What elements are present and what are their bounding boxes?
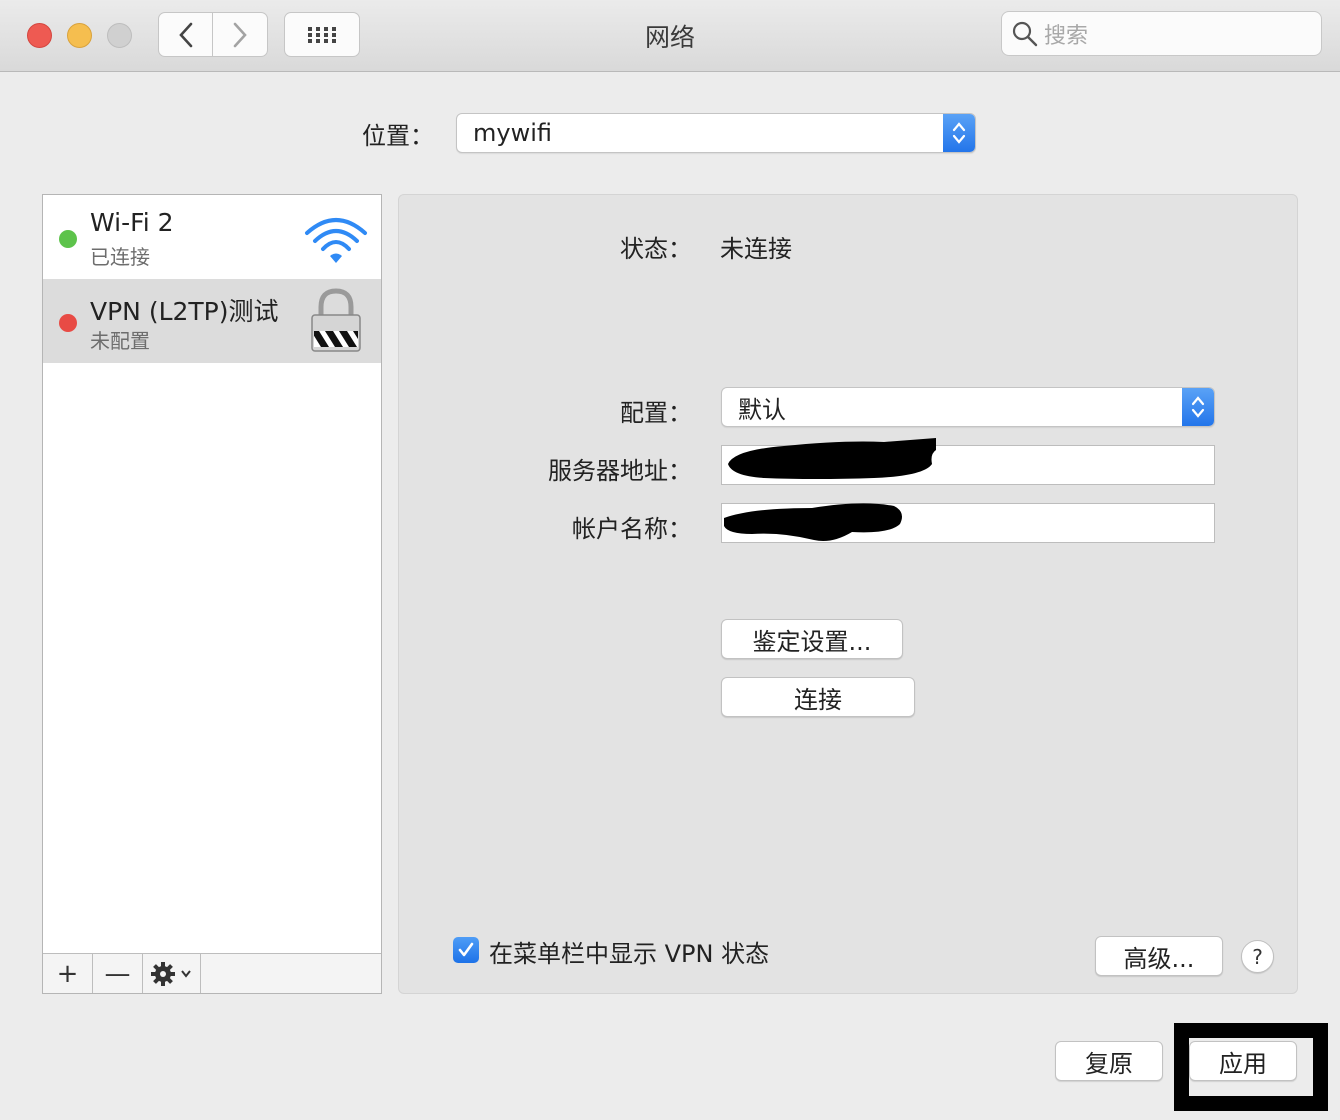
redaction-mark	[724, 503, 902, 541]
config-label: 配置：	[620, 399, 692, 427]
config-popup[interactable]: 默认	[721, 387, 1215, 427]
service-list: Wi-Fi 2 已连接 VPN (L2TP)测试 未配置 + —	[42, 194, 382, 994]
advanced-button[interactable]: 高级...	[1095, 936, 1223, 976]
service-name: VPN (L2TP)测试	[90, 297, 279, 326]
server-address-label: 服务器地址：	[548, 457, 692, 485]
add-service-button[interactable]: +	[43, 954, 93, 993]
location-value: mywifi	[473, 119, 552, 147]
status-label: 状态：	[620, 235, 692, 263]
vpn-lock-icon	[311, 288, 361, 352]
popup-arrows-icon	[943, 114, 975, 152]
search-placeholder: 搜索	[1044, 23, 1089, 49]
auth-settings-button[interactable]: 鉴定设置...	[721, 619, 903, 659]
service-name: Wi-Fi 2	[90, 208, 174, 237]
service-status: 未配置	[90, 329, 150, 353]
status-dot	[59, 230, 77, 248]
service-status: 已连接	[90, 245, 150, 269]
show-vpn-status-label: 在菜单栏中显示 VPN 状态	[489, 940, 770, 968]
service-list-toolbar: + —	[43, 953, 381, 993]
location-label: 位置：	[362, 122, 434, 150]
connect-button[interactable]: 连接	[721, 677, 915, 717]
detail-panel	[398, 194, 1298, 994]
help-button[interactable]: ?	[1241, 940, 1274, 973]
redaction-mark	[728, 438, 936, 479]
status-dot	[59, 314, 77, 332]
service-item-wifi[interactable]: Wi-Fi 2 已连接	[43, 195, 381, 279]
remove-service-button[interactable]: —	[93, 954, 143, 993]
wifi-icon	[305, 218, 367, 263]
gear-icon	[150, 961, 191, 986]
apply-button[interactable]: 应用	[1189, 1041, 1297, 1081]
search-icon	[1012, 21, 1038, 46]
popup-arrows-icon	[1182, 388, 1214, 426]
show-vpn-status-checkbox[interactable]	[453, 937, 479, 963]
config-value: 默认	[738, 395, 786, 424]
location-popup[interactable]: mywifi	[456, 113, 976, 153]
title-bar: 网络 搜索	[0, 0, 1340, 72]
service-item-vpn[interactable]: VPN (L2TP)测试 未配置	[43, 279, 381, 363]
revert-button[interactable]: 复原	[1055, 1041, 1163, 1081]
action-menu-button[interactable]	[143, 954, 201, 993]
account-name-label: 帐户名称：	[572, 515, 692, 543]
status-value: 未连接	[720, 235, 792, 263]
search-field[interactable]: 搜索	[1001, 11, 1322, 56]
checkmark-icon	[458, 942, 474, 957]
